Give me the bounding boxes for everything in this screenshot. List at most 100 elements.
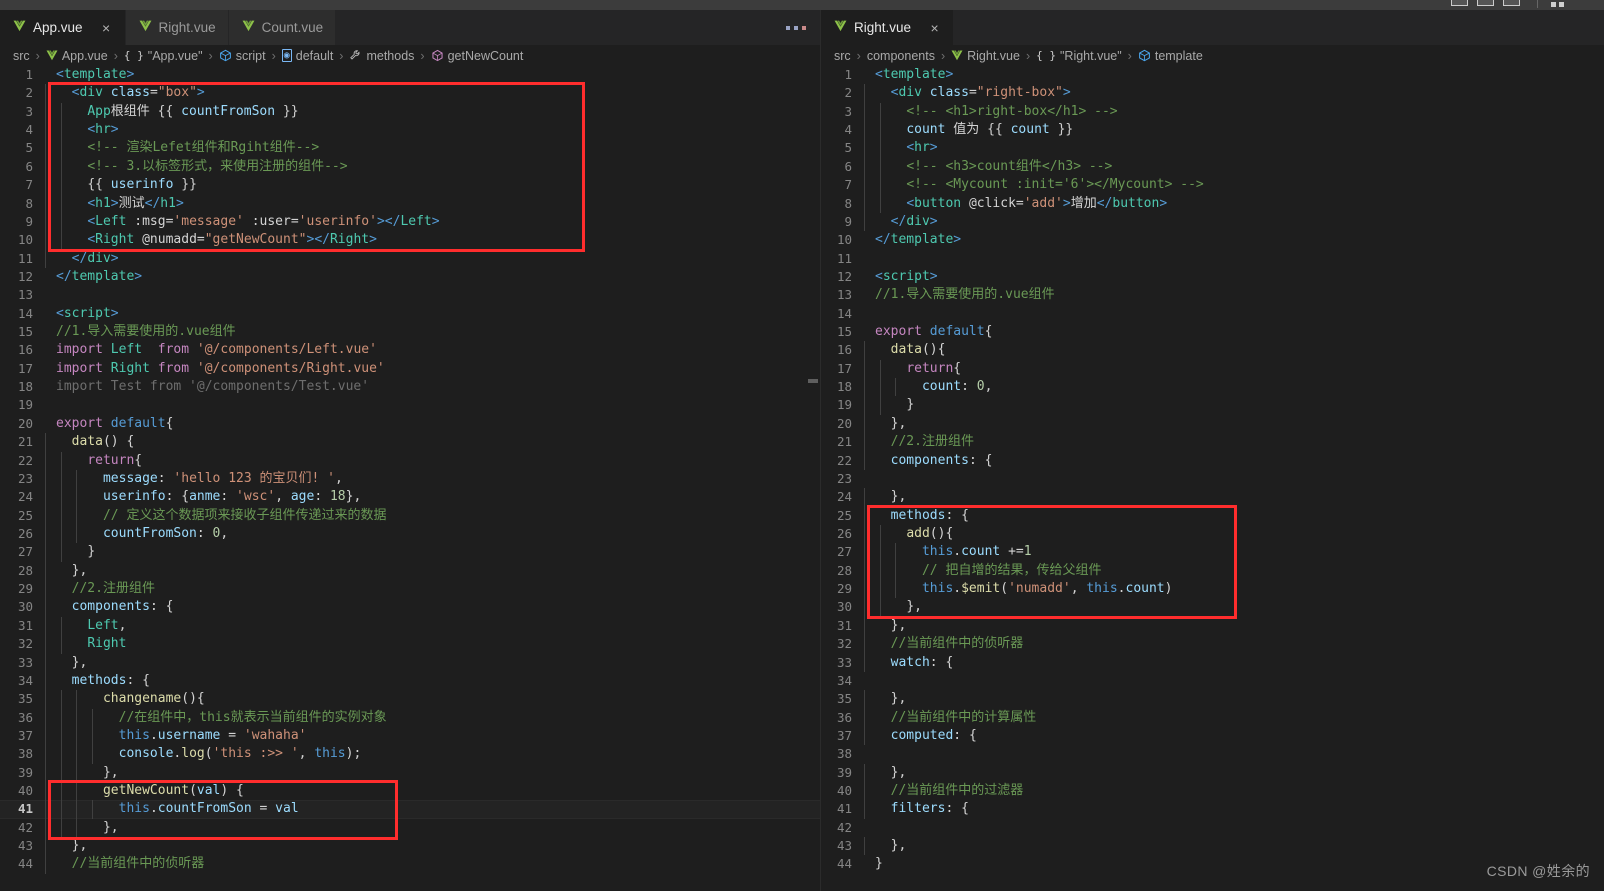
scrollbar-vertical-left[interactable] [806,66,820,891]
code-line[interactable]: 39 }, [0,763,820,783]
code-line[interactable]: 5 <hr> [821,139,1604,158]
code-line[interactable]: 37 computed: { [821,726,1604,746]
breadcrumb-item-rightvue[interactable]: Right.vue [951,49,1020,63]
code-line[interactable]: 2 <div class="box"> [0,84,820,103]
breadcrumb-item-default[interactable]: ◉ default [281,49,333,63]
code-line[interactable]: 41 this.countFromSon = val [0,800,820,819]
code-line[interactable]: 38 console.log('this :>> ', this); [0,745,820,764]
code-line[interactable]: 22 return{ [0,451,820,470]
code-line[interactable]: 30 }, [821,598,1604,617]
code-line[interactable]: 43 }, [0,837,820,856]
code-line[interactable]: 31 }, [821,616,1604,636]
more-actions-icon[interactable] [1551,2,1564,7]
code-line[interactable]: 25 methods: { [821,506,1604,525]
code-line[interactable]: 6 <!-- 3.以标签形式，来使用注册的组件--> [0,157,820,177]
code-line[interactable]: 28 // 把自增的结果，传给父组件 [821,561,1604,581]
code-line[interactable]: 3 <!-- <h1>right-box</h1> --> [821,102,1604,122]
scrollbar-vertical-right[interactable] [1590,66,1604,891]
code-line[interactable]: 7 <!-- <Mycount :init='6'></Mycount> --> [821,176,1604,195]
code-line[interactable]: 8 <h1>测试</h1> [0,194,820,213]
code-line[interactable]: 5 <!-- 渲染Lefet组件和Rgiht组件--> [0,139,820,158]
code-line[interactable]: 36 //当前组件中的计算属性 [821,708,1604,727]
code-line[interactable]: 16 data(){ [821,341,1604,360]
code-line[interactable]: 15 //1.导入需要使用的.vue组件 [0,323,820,341]
code-line[interactable]: 32 //当前组件中的侦听器 [821,635,1604,654]
code-line[interactable]: 21 data() { [0,433,820,452]
code-line[interactable]: 14 <script> [0,305,820,323]
code-line[interactable]: 35 }, [821,690,1604,709]
code-line[interactable]: 28 }, [0,561,820,581]
code-line[interactable]: 39 }, [821,763,1604,783]
code-line[interactable]: 35 changename(){ [0,690,820,709]
breadcrumb-item-rightvue[interactable]: { } "Right.vue" [1036,49,1122,63]
code-line[interactable]: 30 components: { [0,598,820,617]
scrollbar-thumb[interactable] [808,379,818,383]
code-line[interactable]: 24 userinfo: {anme: 'wsc', age: 18}, [0,488,820,507]
code-line[interactable]: 31 Left, [0,616,820,636]
code-line[interactable]: 23 message: 'hello 123 的宝贝们! ', [0,469,820,489]
tab-count-vue[interactable]: Count.vue [228,10,337,45]
code-line[interactable]: 43 }, [821,837,1604,856]
editor-layout-icons[interactable] [1451,0,1520,6]
code-line[interactable]: 4 count 值为 {{ count }} [821,121,1604,140]
code-line[interactable]: 22 components: { [821,451,1604,470]
code-line[interactable]: 10 <Right @numadd="getNewCount"></Right> [0,231,820,250]
code-line[interactable]: 19 } [821,396,1604,415]
code-line[interactable]: 14 [821,305,1604,323]
code-line[interactable]: 21 //2.注册组件 [821,433,1604,452]
breadcrumb-item-script[interactable]: script [219,49,266,63]
code-line[interactable]: 34 methods: { [0,671,820,691]
tab-app-vue[interactable]: App.vue × [0,10,126,45]
breadcrumb-item-methods[interactable]: methods [349,49,414,63]
code-line[interactable]: 4 <hr> [0,121,820,140]
code-line[interactable]: 16 import Left from '@/components/Left.vu… [0,341,820,359]
split-editor-icon[interactable] [1451,0,1468,6]
breadcrumb-item-template[interactable]: template [1138,49,1203,63]
tab-close-icon[interactable]: × [928,21,941,35]
code-line[interactable]: 29 this.$emit('numadd', this.count) [821,580,1604,599]
code-line[interactable]: 33 }, [0,653,820,672]
code-editor-left[interactable]: 1 <template> 2 <div class="box"> 3 App根组件 {… [0,66,820,891]
code-line[interactable]: 13 //1.导入需要使用的.vue组件 [821,286,1604,304]
code-line[interactable]: 12 </template> [0,268,820,286]
breadcrumb-item-src[interactable]: src [13,49,30,63]
code-line[interactable]: 18 import Test from '@/components/Test.vu… [0,378,820,396]
code-line[interactable]: 11 </div> [0,249,820,268]
code-line[interactable]: 18 count: 0, [821,378,1604,397]
code-line[interactable]: 24 }, [821,488,1604,507]
code-line[interactable]: 8 <button @click='add'>增加</button> [821,194,1604,213]
code-line[interactable]: 34 [821,672,1604,690]
code-line[interactable]: 11 [821,250,1604,268]
code-line[interactable]: 15 export default{ [821,323,1604,341]
code-line[interactable]: 41 filters: { [821,800,1604,819]
code-line[interactable]: 10 </template> [821,231,1604,249]
breadcrumb-item-components[interactable]: components [867,49,935,63]
code-line[interactable]: 32 Right [0,635,820,654]
code-line[interactable]: 17 return{ [821,359,1604,379]
tab-right-vue[interactable]: Right.vue [125,10,229,45]
code-line[interactable]: 42 [821,819,1604,837]
code-line[interactable]: 33 watch: { [821,653,1604,672]
code-editor-right[interactable]: 1 <template> 2 <div class="right-box"> 3 <!… [821,66,1604,891]
code-line[interactable]: 27 } [0,543,820,562]
code-line[interactable]: 25 // 定义这个数据项来接收子组件传递过来的数据 [0,506,820,525]
code-line[interactable]: 9 </div> [821,212,1604,232]
code-line[interactable]: 20 }, [821,414,1604,434]
code-line[interactable]: 42 }, [0,818,820,838]
code-line[interactable]: 38 [821,745,1604,763]
tab-right-vue-active[interactable]: Right.vue × [821,10,955,45]
code-line[interactable]: 12 <script> [821,268,1604,286]
breadcrumb-item-appvue[interactable]: App.vue [46,49,108,63]
editor-actions-more-icon[interactable] [772,10,820,45]
code-line[interactable]: 37 this.username = 'wahaha' [0,726,820,746]
code-line[interactable]: 26 countFromSon: 0, [0,524,820,544]
code-line[interactable]: 44 //当前组件中的侦听器 [0,855,820,874]
code-line[interactable]: 3 App根组件 {{ countFromSon }} [0,102,820,122]
layout-icon[interactable] [1503,0,1520,6]
code-line[interactable]: 20 export default{ [0,415,820,433]
breadcrumb-item-appvue[interactable]: { } "App.vue" [124,49,203,63]
breadcrumb-item-getnewcount[interactable]: getNewCount [431,49,523,63]
code-line[interactable]: 9 <Left :msg='message' :user='userinfo'>… [0,212,820,232]
code-line[interactable]: 13 [0,286,820,304]
code-line[interactable]: 40 //当前组件中的过滤器 [821,782,1604,801]
